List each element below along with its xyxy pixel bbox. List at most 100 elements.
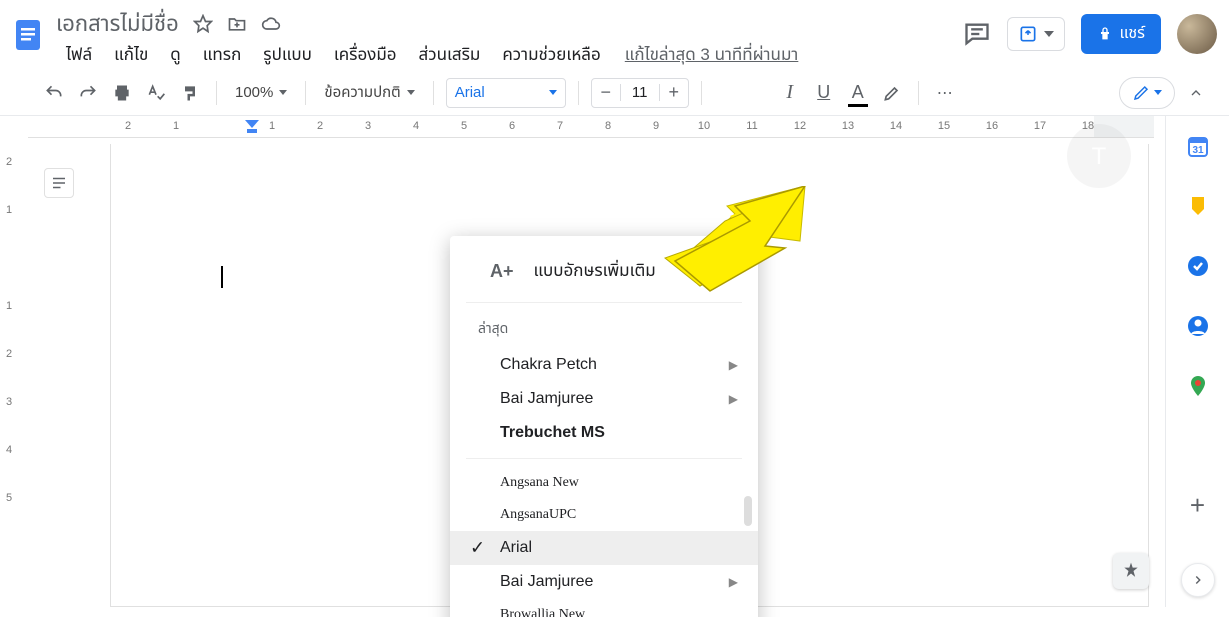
menu-format[interactable]: รูปแบบ	[253, 40, 322, 70]
cloud-status-icon[interactable]	[261, 14, 281, 34]
ruler-tick: 1	[6, 204, 12, 216]
font-label: Bai Jamjuree	[500, 573, 593, 591]
font-label: Angsana New	[500, 475, 579, 491]
text-color-button[interactable]: A	[844, 78, 872, 108]
font-size-group: − 11 +	[591, 78, 689, 108]
hide-sidepanel-button[interactable]	[1181, 563, 1215, 597]
underline-button[interactable]: U	[810, 78, 838, 108]
keep-icon[interactable]	[1186, 194, 1210, 218]
toolbar: 100% ข้อความปกติ Arial − 11 + I U A ⋯	[0, 70, 1229, 116]
menu-view[interactable]: ดู	[160, 40, 190, 70]
menu-help[interactable]: ความช่วยเหลือ	[492, 40, 610, 70]
font-family-select[interactable]: Arial	[446, 78, 566, 108]
ruler-tick: 2	[125, 120, 131, 132]
menu-addons[interactable]: ส่วนเสริม	[409, 40, 491, 70]
star-icon[interactable]	[193, 14, 213, 34]
ruler-tick: 13	[842, 120, 854, 132]
share-button[interactable]: แชร์	[1081, 14, 1161, 54]
ruler-tick: 10	[698, 120, 710, 132]
ruler-tick: 7	[557, 120, 563, 132]
ruler-tick: 11	[746, 120, 757, 132]
font-item-trebuchet[interactable]: Trebuchet MS	[450, 416, 758, 450]
collapse-toolbar-button[interactable]	[1181, 78, 1211, 108]
add-font-icon: A+	[490, 261, 514, 282]
ruler-tick: 6	[509, 120, 515, 132]
redo-button[interactable]	[74, 78, 102, 108]
present-button[interactable]	[1007, 17, 1065, 51]
menu-file[interactable]: ไฟล์	[56, 40, 102, 70]
ruler-tick: 2	[317, 120, 323, 132]
tasks-icon[interactable]	[1186, 254, 1210, 278]
horizontal-ruler[interactable]: 2 1 1 2 3 4 5 6 7 8 9 10 11 12 13 14 15 …	[28, 116, 1154, 138]
font-label: Trebuchet MS	[500, 424, 605, 442]
caret-down-icon	[1154, 90, 1162, 95]
side-panel: 31 +	[1165, 116, 1229, 607]
comments-icon[interactable]	[963, 20, 991, 48]
ruler-tick: 4	[413, 120, 419, 132]
undo-button[interactable]	[40, 78, 68, 108]
spellcheck-button[interactable]	[142, 78, 170, 108]
ruler-tick: 8	[605, 120, 611, 132]
font-label: Browallia New	[500, 607, 585, 617]
style-value: ข้อความปกติ	[324, 81, 400, 104]
submenu-arrow-icon: ▶	[729, 575, 738, 589]
font-item-angsana-new[interactable]: Angsana New	[450, 467, 758, 499]
paint-format-button[interactable]	[176, 78, 204, 108]
recent-fonts-heading: ล่าสุด	[450, 315, 758, 348]
editing-mode-button[interactable]	[1119, 77, 1175, 109]
docs-logo[interactable]	[8, 8, 48, 60]
font-item-bai-jamjuree-2[interactable]: Bai Jamjuree ▶	[450, 565, 758, 599]
calendar-icon[interactable]: 31	[1186, 134, 1210, 158]
check-icon: ✓	[470, 538, 485, 559]
caret-down-icon	[407, 90, 415, 95]
caret-down-icon	[1044, 31, 1054, 37]
menu-insert[interactable]: แทรก	[193, 40, 252, 70]
account-avatar[interactable]	[1177, 14, 1217, 54]
text-cursor	[221, 266, 223, 288]
document-title[interactable]: เอกสารไม่มีชื่อ	[56, 8, 179, 41]
font-item-angsana-upc[interactable]: AngsanaUPC	[450, 499, 758, 531]
menu-tools[interactable]: เครื่องมือ	[324, 40, 407, 70]
font-item-arial[interactable]: ✓ Arial	[450, 531, 758, 565]
font-size-increase[interactable]: +	[660, 82, 688, 103]
separator	[578, 81, 579, 105]
font-dropdown-menu: A+ แบบอักษรเพิ่มเติม ล่าสุด Chakra Petch…	[450, 236, 758, 617]
ruler-tick: 1	[6, 300, 12, 312]
last-edit-link[interactable]: แก้ไขล่าสุด 3 นาทีที่ผ่านมา	[625, 42, 799, 68]
vertical-ruler[interactable]: 2 1 1 2 3 4 5	[0, 138, 28, 607]
paragraph-style-select[interactable]: ข้อความปกติ	[318, 78, 420, 108]
show-outline-button[interactable]	[44, 168, 74, 198]
explore-button[interactable]	[1113, 553, 1149, 589]
zoom-select[interactable]: 100%	[229, 78, 293, 108]
svg-text:31: 31	[1192, 145, 1204, 156]
more-fonts-label: แบบอักษรเพิ่มเติม	[534, 258, 656, 284]
contacts-icon[interactable]	[1186, 314, 1210, 338]
indent-marker[interactable]	[245, 120, 259, 134]
maps-icon[interactable]	[1186, 374, 1210, 398]
separator	[305, 81, 306, 105]
highlight-color-button[interactable]	[878, 78, 906, 108]
font-size-input[interactable]: 11	[620, 84, 660, 101]
ruler-tick: 1	[173, 120, 179, 132]
print-button[interactable]	[108, 78, 136, 108]
move-icon[interactable]	[227, 14, 247, 34]
ruler-tick: 12	[794, 120, 806, 132]
ruler-tick: 15	[938, 120, 950, 132]
more-tools-button[interactable]: ⋯	[931, 78, 959, 108]
ruler-tick: 5	[6, 492, 12, 504]
add-addon-button[interactable]: +	[1190, 490, 1205, 521]
scrollbar-thumb[interactable]	[744, 496, 752, 526]
share-label: แชร์	[1119, 22, 1145, 46]
header-right: แชร์	[963, 8, 1217, 60]
more-fonts-item[interactable]: A+ แบบอักษรเพิ่มเติม	[466, 254, 742, 303]
font-item-browallia[interactable]: Browallia New	[450, 599, 758, 617]
ruler-tick: 2	[6, 156, 12, 168]
font-item-chakra-petch[interactable]: Chakra Petch ▶	[450, 348, 758, 382]
work-area: 2 1 1 2 3 4 5 6 7 8 9 10 11 12 13 14 15 …	[0, 116, 1229, 607]
italic-button[interactable]: I	[776, 78, 804, 108]
font-size-decrease[interactable]: −	[592, 82, 620, 103]
menu-edit[interactable]: แก้ไข	[104, 40, 158, 70]
ruler-tick: 3	[365, 120, 371, 132]
font-item-bai-jamjuree[interactable]: Bai Jamjuree ▶	[450, 382, 758, 416]
separator	[701, 81, 702, 105]
